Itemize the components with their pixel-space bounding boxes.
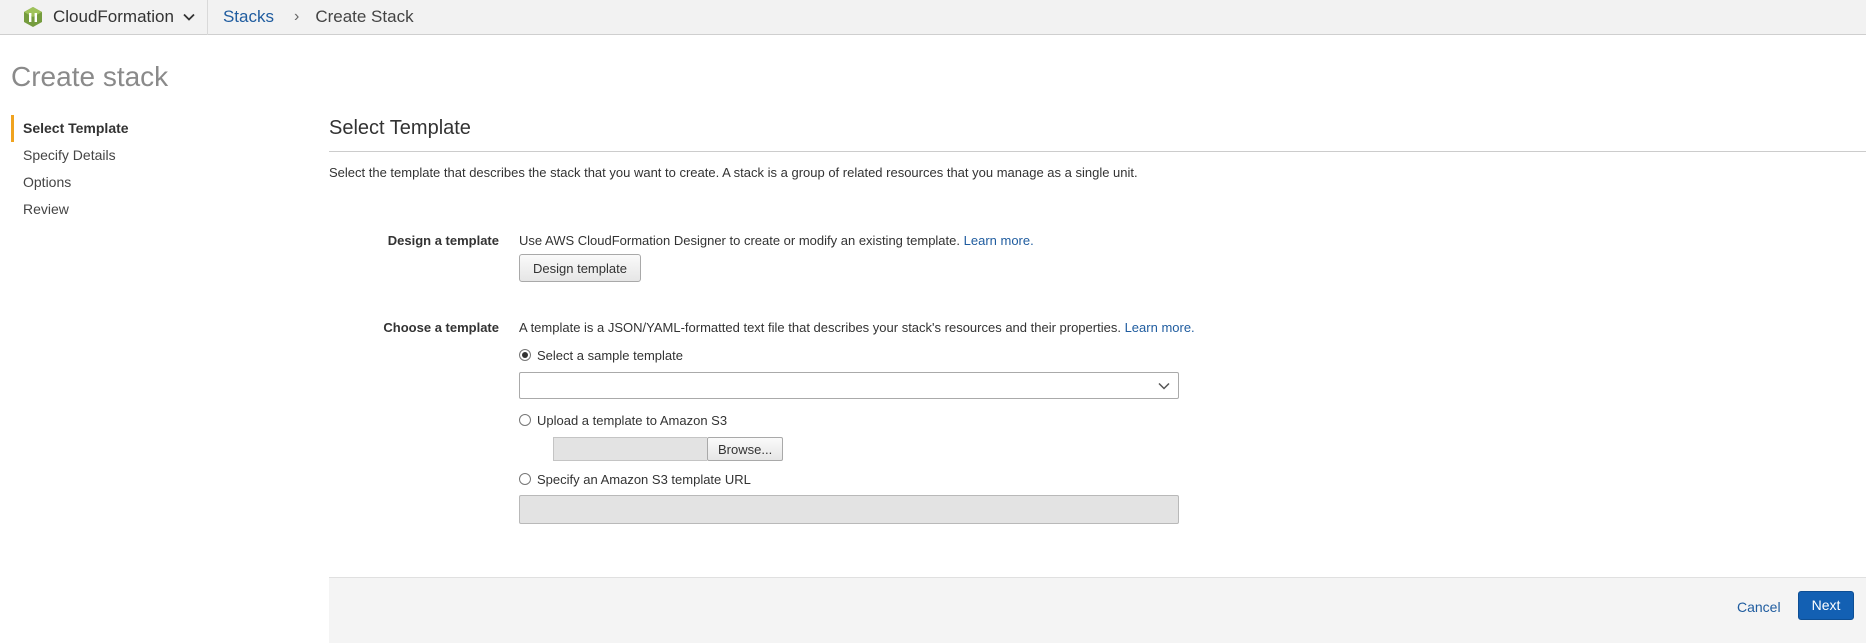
radio-selected-dot (522, 352, 528, 358)
design-template-label: Design a template (387, 233, 499, 248)
chevron-down-icon[interactable] (183, 13, 195, 21)
s3-url-option[interactable]: Specify an Amazon S3 template URL (519, 470, 1195, 488)
section-intro: Select the template that describes the s… (329, 165, 1138, 180)
chevron-down-icon (1158, 382, 1170, 390)
browse-button[interactable]: Browse... (707, 437, 784, 461)
upload-file-name-field[interactable] (553, 437, 707, 461)
cloudformation-logo-icon (24, 7, 42, 27)
s3-url-input[interactable] (519, 495, 1179, 524)
section-divider (329, 151, 1866, 152)
cancel-link[interactable]: Cancel (1737, 599, 1781, 615)
sample-template-select[interactable] (519, 372, 1179, 399)
sample-template-option[interactable]: Select a sample template (519, 346, 1195, 364)
service-menu[interactable]: CloudFormation (0, 0, 208, 35)
step-options[interactable]: Options (11, 169, 261, 196)
upload-file-picker: Browse... (553, 437, 1195, 461)
sample-template-label: Select a sample template (537, 347, 683, 363)
design-template-body: Use AWS CloudFormation Designer to creat… (519, 233, 1034, 282)
s3-url-label: Specify an Amazon S3 template URL (537, 471, 751, 487)
page-title: Create stack (11, 61, 169, 92)
breadcrumb: Stacks › Create Stack (208, 0, 414, 35)
design-template-button[interactable]: Design template (519, 254, 641, 282)
upload-template-radio[interactable] (519, 414, 531, 426)
service-name: CloudFormation (53, 7, 174, 26)
design-template-description: Use AWS CloudFormation Designer to creat… (519, 233, 960, 248)
choose-template-label: Choose a template (383, 320, 499, 335)
choose-learn-more-link[interactable]: Learn more. (1125, 320, 1195, 335)
step-select-template[interactable]: Select Template (11, 115, 261, 142)
choose-template-body: A template is a JSON/YAML-formatted text… (519, 320, 1195, 524)
design-learn-more-link[interactable]: Learn more. (964, 233, 1034, 248)
next-button[interactable]: Next (1798, 591, 1854, 620)
step-specify-details[interactable]: Specify Details (11, 142, 261, 169)
upload-template-label: Upload a template to Amazon S3 (537, 412, 728, 428)
section-title: Select Template (329, 117, 471, 139)
breadcrumb-separator: › (293, 8, 300, 25)
wizard-steps-nav: Select Template Specify Details Options … (11, 115, 261, 223)
main-content: Select Template Select the template that… (329, 115, 1866, 524)
choose-template-description: A template is a JSON/YAML-formatted text… (519, 320, 1121, 335)
breadcrumb-stacks-link[interactable]: Stacks (223, 7, 274, 27)
sample-template-radio[interactable] (519, 349, 531, 361)
breadcrumb-current: Create Stack (315, 7, 414, 26)
upload-template-option[interactable]: Upload a template to Amazon S3 (519, 411, 1195, 429)
s3-url-radio[interactable] (519, 473, 531, 485)
wizard-footer: Cancel Next (329, 577, 1866, 643)
step-review[interactable]: Review (11, 196, 261, 223)
top-navigation-bar: CloudFormation Stacks › Create Stack (0, 0, 1866, 35)
